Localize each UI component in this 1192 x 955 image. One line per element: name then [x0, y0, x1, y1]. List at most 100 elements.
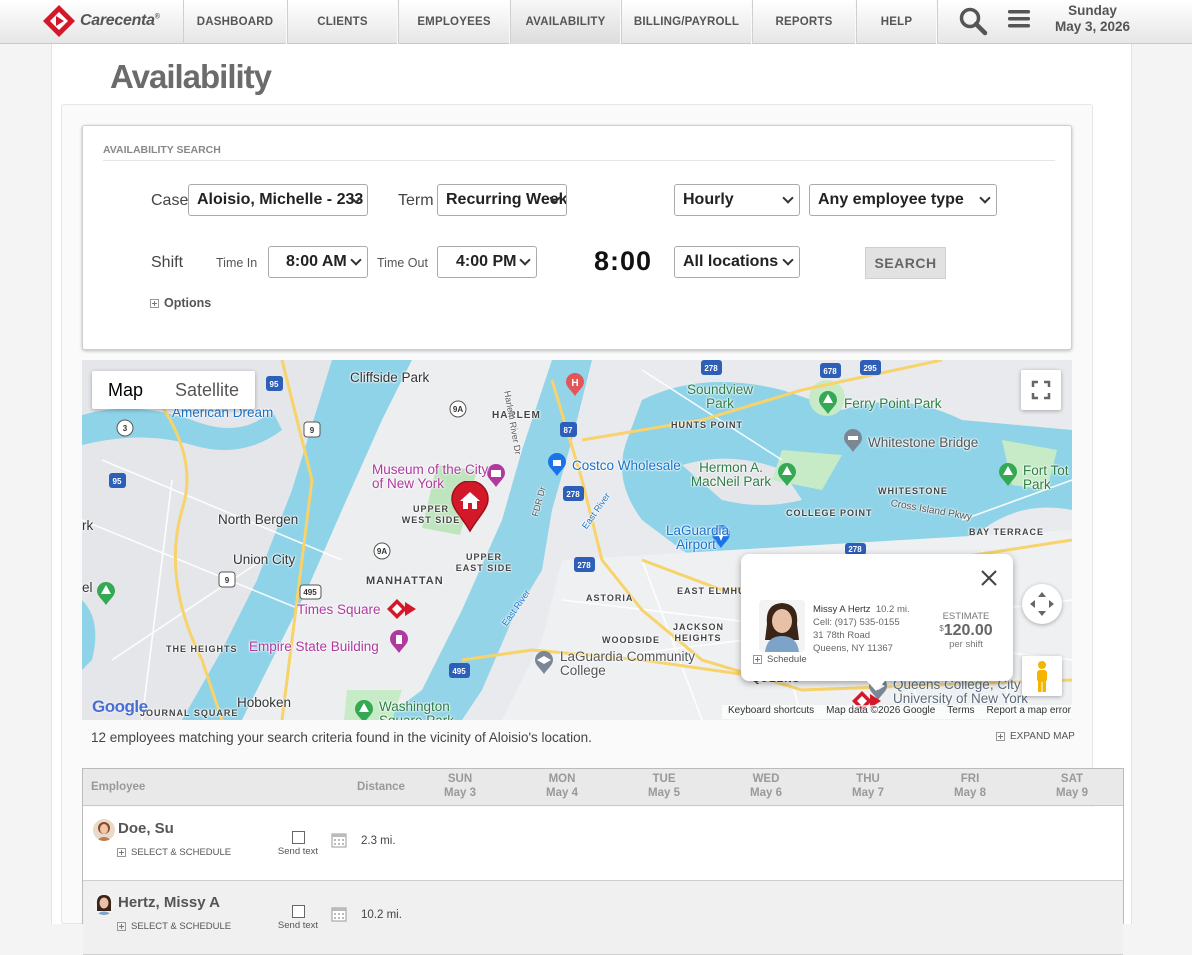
term-label: Term: [398, 192, 434, 209]
map-label: BAY TERRACE: [969, 527, 1045, 537]
location-select[interactable]: All locations: [674, 246, 800, 278]
nav-employees[interactable]: EMPLOYEES: [398, 0, 510, 44]
chevron-down-icon: [519, 254, 531, 266]
menu-icon[interactable]: [1008, 9, 1030, 29]
nav-dashboard[interactable]: DASHBOARD: [183, 0, 287, 44]
pan-arrows-icon: [1030, 592, 1054, 616]
svg-text:495: 495: [452, 667, 466, 676]
map-label: EAST ELMHU: [677, 586, 746, 596]
map-label: Costco Wholesale: [572, 458, 681, 473]
time-out-select[interactable]: 4:00 PM: [437, 246, 537, 278]
map-label: Hoboken: [237, 695, 292, 710]
search-button[interactable]: SEARCH: [865, 247, 946, 279]
map-type-map-button[interactable]: Map: [92, 371, 159, 409]
table-row: Hertz, Missy A SELECT & SCHEDULE Send te…: [83, 881, 1123, 955]
results-table: Employee Distance SUN May 3 MON May 4 TUE M…: [82, 768, 1124, 955]
employee-info-window: Missy A Hertz 10.2 mi. Cell: (917) 535-0…: [741, 554, 1013, 691]
fullscreen-button[interactable]: [1021, 370, 1061, 410]
nav-reports[interactable]: REPORTS: [752, 0, 856, 44]
expand-map-toggle[interactable]: EXPAND MAP: [996, 731, 1075, 742]
brand-name: Carecenta®: [80, 12, 160, 29]
svg-text:278: 278: [566, 490, 580, 499]
search-heading: AVAILABILITY SEARCH: [103, 144, 1055, 161]
chevron-down-icon: [979, 192, 991, 204]
select-schedule-label: SELECT & SCHEDULE: [131, 921, 232, 932]
time-in-label: Time In: [216, 256, 258, 270]
map-label: Whitestone Bridge: [868, 435, 979, 450]
street-view-button[interactable]: [1022, 656, 1062, 696]
carecenta-logo[interactable]: Carecenta®: [42, 4, 160, 38]
employee-distance: 2.3 mi.: [361, 835, 396, 847]
nav-clients[interactable]: CLIENTS: [287, 0, 398, 44]
column-day: WED May 6: [750, 773, 782, 799]
employee-type-select[interactable]: Any employee type: [809, 184, 997, 216]
column-day: FRI May 8: [954, 773, 986, 799]
send-text-checkbox[interactable]: Send text: [275, 831, 321, 857]
report-map-error-link[interactable]: Report a map error: [987, 705, 1071, 719]
nav-tools: [937, 0, 1037, 44]
keyboard-shortcuts-link[interactable]: Keyboard shortcuts: [728, 705, 814, 719]
svg-text:678: 678: [823, 367, 837, 376]
map-label: Fort Tot Park: [1023, 463, 1069, 492]
table-row: Doe, Su SELECT & SCHEDULE Send text 2.3 …: [83, 807, 1123, 881]
time-in-value: 8:00 AM: [286, 253, 347, 270]
map-label: Empire State Building: [249, 639, 379, 654]
svg-text:H: H: [571, 378, 578, 389]
map-data-text: Map data ©2026 Google: [826, 705, 936, 716]
employee-type-value: Any employee type: [818, 191, 964, 208]
checkbox[interactable]: [291, 905, 305, 918]
select-schedule-toggle[interactable]: SELECT & SCHEDULE: [117, 921, 231, 932]
map-label: THE HEIGHTS: [166, 644, 238, 654]
terms-link[interactable]: Terms: [947, 705, 974, 719]
nav-help[interactable]: HELP: [856, 0, 937, 44]
svg-text:295: 295: [863, 364, 877, 373]
close-icon[interactable]: [979, 568, 999, 588]
svg-text:3: 3: [123, 424, 128, 433]
case-select[interactable]: Aloisio, Michelle - 233: [188, 184, 368, 216]
employee-name-link[interactable]: Doe, Su: [118, 820, 174, 837]
store-marker-icon: [548, 453, 566, 476]
checkbox[interactable]: [291, 831, 305, 844]
employee-distance: 10.2 mi.: [361, 909, 402, 921]
employee-marker-icon[interactable]: [387, 598, 417, 620]
estimate-price: 120.00: [943, 622, 993, 640]
map-label: LaGuardia Airport: [666, 523, 730, 552]
rate-select[interactable]: Hourly: [674, 184, 800, 216]
column-day: MON May 4: [546, 773, 578, 799]
location-select-value: All locations: [683, 253, 779, 270]
time-out-value: 4:00 PM: [456, 253, 517, 270]
employee-name-link[interactable]: Hertz, Missy A: [118, 894, 220, 911]
map-label: Soundview Park: [686, 382, 754, 411]
term-select[interactable]: Recurring Weekly: [437, 184, 567, 216]
select-schedule-label: SELECT & SCHEDULE: [131, 847, 232, 858]
pan-control-button[interactable]: [1022, 584, 1062, 624]
nav-billing-payroll[interactable]: BILLING/PAYROLL: [621, 0, 752, 44]
shift-duration: 8:00: [594, 246, 653, 276]
send-text-label: Send text: [277, 846, 319, 857]
calendar-icon[interactable]: [331, 906, 347, 922]
employee-distance: 10.2 mi.: [875, 604, 910, 615]
pegman-icon: [1037, 661, 1047, 692]
case-select-value: Aloisio, Michelle - 233: [197, 191, 364, 208]
map-label: Museum of the City of New York: [372, 462, 489, 491]
park-marker-icon: [778, 463, 796, 486]
park-marker-icon: [97, 582, 115, 605]
search-icon[interactable]: [958, 6, 988, 36]
nav-availability[interactable]: AVAILABILITY: [510, 0, 621, 44]
options-toggle[interactable]: Options: [150, 296, 211, 310]
calendar-icon[interactable]: [331, 832, 347, 848]
send-text-checkbox[interactable]: Send text: [275, 905, 321, 931]
park-marker-icon: [355, 700, 373, 720]
estimate-unit: per shift: [949, 639, 983, 651]
schedule-toggle[interactable]: Schedule: [753, 654, 807, 665]
time-in-select[interactable]: 8:00 AM: [268, 246, 368, 278]
carecenta-logo-icon: [43, 5, 75, 37]
map-label: Ferry Point Park: [844, 396, 942, 411]
employee-address-line1: 31 78th Road: [813, 630, 871, 641]
select-schedule-toggle[interactable]: SELECT & SCHEDULE: [117, 847, 231, 858]
availability-search-card: AVAILABILITY SEARCH: [82, 125, 1072, 350]
svg-text:278: 278: [704, 364, 718, 373]
map-type-satellite-button[interactable]: Satellite: [159, 371, 255, 409]
employee-contact: Missy A Hertz 10.2 mi. Cell: (917) 535-0…: [813, 603, 910, 655]
svg-text:9A: 9A: [453, 405, 463, 414]
